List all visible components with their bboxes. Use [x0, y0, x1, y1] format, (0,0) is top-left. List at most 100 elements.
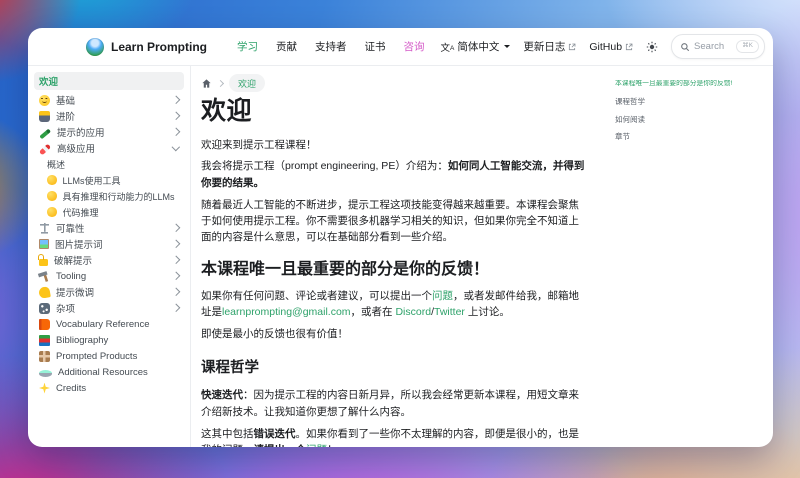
sidebar-item-label: LLMs使用工具 — [62, 175, 121, 186]
lock-icon — [38, 253, 48, 266]
sidebar-item[interactable]: Credits — [34, 380, 184, 396]
page-title: 欢迎 — [201, 97, 253, 125]
sidebar-item-label: 进阶 — [56, 112, 76, 123]
toc-item[interactable]: 章节 — [615, 132, 765, 142]
inline-link[interactable]: Twitter — [434, 306, 465, 318]
sidebar-item-label: 图片提示词 — [55, 240, 103, 251]
sidebar-item-label: 基础 — [56, 96, 76, 107]
nav-link-4[interactable]: 咨询 — [404, 39, 425, 54]
wizard-icon — [39, 110, 50, 122]
saucer-icon — [39, 370, 52, 377]
sidebar-item[interactable]: Additional Resources — [34, 364, 184, 380]
chevron-down-icon — [504, 45, 511, 48]
sun-icon — [646, 41, 658, 52]
article-body: 欢迎来到提示工程课程！ 我会将提示工程（prompt engineering, P… — [201, 137, 589, 448]
paragraph: 这其中包括错误迭代。如果你看到了一些你不太理解的内容，即便是很小的，也是我的问题… — [201, 426, 589, 447]
sidebar-item[interactable]: Prompted Products — [34, 348, 184, 364]
nav-link-0[interactable]: 学习 — [237, 39, 258, 54]
chevron-down-icon — [172, 143, 181, 151]
github-link[interactable]: GitHub — [589, 41, 633, 53]
text-segment: ！ — [327, 444, 338, 447]
section-heading: 本课程唯一且最重要的部分是你的反馈！ — [201, 260, 490, 278]
toc: 本课程唯一且最重要的部分是你的反馈! 课程哲学如何阅读章节 — [603, 66, 773, 447]
sidebar-item[interactable]: Vocabulary Reference — [34, 316, 184, 332]
text-segment: 如果你有任何问题、评论或者建议，可以提出一个 — [201, 289, 432, 302]
changelog-link[interactable]: 更新日志 — [523, 39, 576, 54]
text-segment: 上讨论。 — [464, 306, 510, 319]
search-icon — [681, 42, 690, 51]
sidebar-item-label: Prompted Products — [56, 350, 138, 362]
inline-link[interactable]: 问题 — [306, 444, 327, 447]
inline-link[interactable]: learnprompting@gmail.com — [222, 306, 351, 318]
toc-list: 本课程唯一且最重要的部分是你的反馈! 课程哲学如何阅读章节 — [615, 80, 765, 142]
sidebar-item[interactable]: 提示的应用 — [34, 124, 184, 140]
text-segment: 请提出一个 — [254, 444, 307, 447]
nav-link-2[interactable]: 支持者 — [315, 39, 347, 54]
sidebar-item-label: 代码推理 — [62, 207, 99, 218]
sidebar-item[interactable]: 基础 — [34, 92, 184, 108]
search-input[interactable]: Search ⌘K — [671, 34, 765, 59]
text-segment: 随着最近人工智能的不断进步，提示工程这项技能变得越来越重要。本课程会聚焦于如何使… — [201, 198, 579, 244]
navbar-left: Learn Prompting 学习 贡献 支持者 证书 咨询 — [86, 37, 425, 56]
paragraph: 如果你有任何问题、评论或者建议，可以提出一个问题，或者发邮件给我，邮箱地址是le… — [201, 288, 589, 321]
sidebar-item[interactable]: 高级应用 — [34, 140, 184, 156]
nav-links: 学习 贡献 支持者 证书 咨询 — [237, 39, 425, 54]
sidebar-item-label: 可靠性 — [56, 224, 85, 235]
sidebar-item-label: 杂项 — [56, 304, 76, 315]
inline-link[interactable]: 问题 — [432, 290, 453, 302]
nav-link-1[interactable]: 贡献 — [276, 39, 297, 54]
chevron-right-icon — [172, 240, 181, 248]
chevron-right-icon — [172, 304, 181, 312]
home-icon[interactable] — [201, 78, 212, 89]
sidebar-item-label: 提示的应用 — [57, 128, 105, 139]
text-segment: 即使是最小的反馈也很有价值！ — [201, 328, 348, 340]
sidebar-item[interactable]: 具有推理和行动能力的LLMs — [34, 188, 184, 204]
paragraph: 快速迭代：因为提示工程的内容日新月异，所以我会经常更新本课程，用短文章来介绍新技… — [201, 387, 589, 420]
smiley-icon — [39, 94, 50, 106]
nav-link-3[interactable]: 证书 — [365, 39, 386, 54]
sidebar-item[interactable]: Bibliography — [34, 332, 184, 348]
paragraph: 随着最近人工智能的不断进步，提示工程这项技能变得越来越重要。本课程会聚焦于如何使… — [201, 197, 589, 246]
sidebar-item[interactable]: 杂项 — [34, 300, 184, 316]
chevron-right-icon — [172, 288, 181, 296]
sidebar-item[interactable]: 欢迎 — [34, 72, 184, 90]
circle-yellow-icon — [47, 191, 57, 201]
changelog-label: 更新日志 — [523, 41, 566, 53]
text-segment: ，或者在 — [350, 306, 396, 319]
frame-icon — [39, 239, 49, 249]
toc-item[interactable]: 课程哲学 — [615, 97, 765, 107]
sidebar-item[interactable]: 提示微调 — [34, 284, 184, 300]
chevron-right-icon — [172, 96, 181, 104]
hammer-icon — [37, 269, 52, 283]
text-segment: 快速迭代 — [201, 389, 243, 402]
sidebar-item[interactable]: LLMs使用工具 — [34, 172, 184, 188]
text-segment: ：因为提示工程的内容日新月异，所以我会经常更新本课程，用短文章来介绍新技术。让我… — [201, 389, 579, 418]
navbar: Learn Prompting 学习 贡献 支持者 证书 咨询 文A 简体中文 更新日志… — [28, 28, 773, 66]
brand-title[interactable]: Learn Prompting — [111, 40, 207, 54]
sidebar-item[interactable]: 进阶 — [34, 108, 184, 124]
toc-item[interactable]: 本课程唯一且最重要的部分是你的反馈! — [615, 80, 765, 89]
sidebar-item-label: 具有推理和行动能力的LLMs — [62, 191, 175, 202]
circle-yellow-icon — [47, 175, 57, 185]
inline-link[interactable]: Discord — [395, 306, 431, 318]
sidebar-item[interactable]: 图片提示词 — [34, 236, 184, 252]
chevron-right-icon — [172, 256, 181, 264]
external-link-icon — [625, 43, 633, 50]
sidebar-item[interactable]: 可靠性 — [34, 220, 184, 236]
circle-yellow-icon — [47, 207, 57, 217]
text-segment: 错误迭代 — [253, 427, 296, 440]
book-icon — [39, 318, 50, 330]
external-link-icon — [569, 43, 576, 50]
learn-prompting-logo[interactable] — [86, 37, 104, 56]
breadcrumb-current[interactable]: 欢迎 — [229, 74, 266, 92]
language-label: 简体中文 — [457, 41, 500, 53]
sidebar-item[interactable]: 概述 — [34, 156, 184, 172]
sidebar-item-label: 高级应用 — [57, 144, 96, 155]
sidebar-item[interactable]: 代码推理 — [34, 204, 184, 220]
sidebar-item[interactable]: Tooling — [34, 268, 184, 284]
desktop-background: Learn Prompting 学习 贡献 支持者 证书 咨询 文A 简体中文 更新日志… — [0, 0, 800, 478]
theme-toggle[interactable] — [646, 41, 658, 53]
language-dropdown[interactable]: 文A 简体中文 — [441, 39, 511, 54]
toc-item[interactable]: 如何阅读 — [615, 115, 765, 125]
sidebar-item[interactable]: 破解提示 — [34, 252, 184, 268]
